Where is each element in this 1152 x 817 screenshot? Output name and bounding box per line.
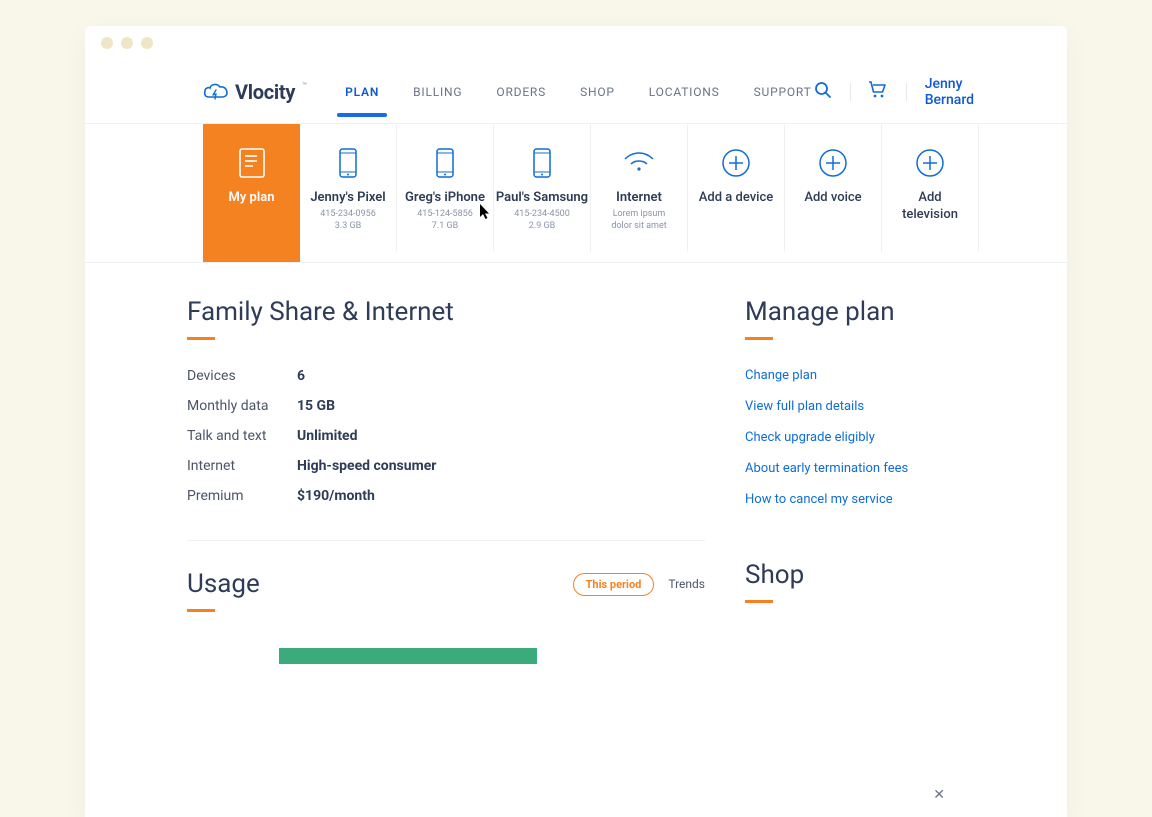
brand-logo[interactable]: Vlocity ™ bbox=[203, 80, 307, 104]
nav-items: PLAN BILLING ORDERS SHOP LOCATIONS SUPPO… bbox=[343, 77, 813, 107]
nav-orders[interactable]: ORDERS bbox=[494, 77, 548, 107]
tile-device-paul[interactable]: Paul's Samsung 415-234-4500 2.9 GB bbox=[494, 124, 591, 252]
tile-label: My plan bbox=[203, 190, 300, 205]
usage-tab-this-period[interactable]: This period bbox=[573, 573, 655, 596]
main-column: Family Share & Internet Devices 6 Monthl… bbox=[187, 297, 745, 664]
main-content: Family Share & Internet Devices 6 Monthl… bbox=[85, 263, 1067, 664]
tile-internet[interactable]: Internet Lorem ipsum dolor sit amet bbox=[591, 124, 688, 252]
link-cancel-service[interactable]: How to cancel my service bbox=[745, 492, 949, 507]
row-key: Devices bbox=[187, 368, 297, 384]
tile-data-used: 7.1 GB bbox=[397, 221, 493, 231]
tile-phone-number: 415-234-4500 bbox=[494, 209, 590, 219]
usage-header: Usage This period Trends bbox=[187, 569, 705, 599]
app-window: Vlocity ™ PLAN BILLING ORDERS SHOP LOCATI… bbox=[85, 26, 1067, 817]
row-value: $190/month bbox=[297, 488, 375, 504]
plan-row-data: Monthly data 15 GB bbox=[187, 398, 705, 414]
tile-phone-number: 415-234-0956 bbox=[300, 209, 396, 219]
link-upgrade-eligible[interactable]: Check upgrade eligibly bbox=[745, 430, 949, 445]
tile-label: Add television bbox=[882, 190, 978, 224]
tile-my-plan[interactable]: My plan bbox=[203, 124, 300, 262]
brand-name: Vlocity bbox=[235, 80, 295, 104]
tile-data-used: 3.3 GB bbox=[300, 221, 396, 231]
tile-add-television[interactable]: Add television bbox=[882, 124, 979, 252]
top-nav: Vlocity ™ PLAN BILLING ORDERS SHOP LOCATI… bbox=[85, 60, 1067, 124]
tile-label: Add voice bbox=[785, 190, 881, 207]
traffic-light-minimize[interactable] bbox=[121, 37, 133, 49]
section-rule bbox=[187, 609, 215, 612]
tile-device-greg[interactable]: Greg's iPhone 415-124-5856 7.1 GB bbox=[397, 124, 494, 252]
plus-circle-icon bbox=[688, 146, 784, 180]
nav-plan[interactable]: PLAN bbox=[343, 77, 381, 107]
nav-billing[interactable]: BILLING bbox=[411, 77, 464, 107]
nav-right: Jenny Bernard bbox=[814, 76, 975, 108]
usage-bar-row bbox=[187, 648, 705, 664]
link-termination-fees[interactable]: About early termination fees bbox=[745, 461, 949, 476]
section-rule bbox=[745, 600, 773, 603]
tile-label: Jenny's Pixel bbox=[300, 190, 396, 205]
manage-links: Change plan View full plan details Check… bbox=[745, 368, 949, 507]
usage-title: Usage bbox=[187, 569, 260, 599]
phone-icon bbox=[397, 146, 493, 180]
nav-shop[interactable]: SHOP bbox=[578, 77, 617, 107]
nav-support[interactable]: SUPPORT bbox=[752, 77, 814, 107]
plan-row-devices: Devices 6 bbox=[187, 368, 705, 384]
tile-sub-2: dolor sit amet bbox=[591, 221, 687, 231]
phone-icon bbox=[494, 146, 590, 180]
cart-icon[interactable] bbox=[868, 81, 888, 103]
cloud-icon bbox=[203, 82, 229, 102]
plus-circle-icon bbox=[882, 146, 978, 180]
tile-sub-1: Lorem ipsum bbox=[591, 209, 687, 219]
window-titlebar bbox=[85, 26, 1067, 60]
row-value: 15 GB bbox=[297, 398, 335, 414]
plan-title: Family Share & Internet bbox=[187, 297, 705, 327]
plus-circle-icon bbox=[785, 146, 881, 180]
tile-data-used: 2.9 GB bbox=[494, 221, 590, 231]
row-key: Monthly data bbox=[187, 398, 297, 414]
tile-label: Internet bbox=[591, 190, 687, 205]
tile-add-device[interactable]: Add a device bbox=[688, 124, 785, 252]
tile-label: Add a device bbox=[688, 190, 784, 207]
phone-icon bbox=[300, 146, 396, 180]
nav-locations[interactable]: LOCATIONS bbox=[647, 77, 722, 107]
plan-row-internet: Internet High-speed consumer bbox=[187, 458, 705, 474]
row-key: Premium bbox=[187, 488, 297, 504]
manage-title: Manage plan bbox=[745, 297, 949, 327]
plan-row-talk: Talk and text Unlimited bbox=[187, 428, 705, 444]
row-key: Internet bbox=[187, 458, 297, 474]
nav-divider bbox=[850, 83, 851, 101]
side-column: Manage plan Change plan View full plan d… bbox=[745, 297, 949, 664]
link-change-plan[interactable]: Change plan bbox=[745, 368, 949, 383]
row-value: Unlimited bbox=[297, 428, 358, 444]
section-rule bbox=[187, 337, 215, 340]
row-key: Talk and text bbox=[187, 428, 297, 444]
plan-row-premium: Premium $190/month bbox=[187, 488, 705, 504]
tile-label: Paul's Samsung bbox=[494, 190, 590, 205]
user-name[interactable]: Jenny Bernard bbox=[925, 76, 975, 108]
usage-bar-fill bbox=[279, 648, 537, 664]
plan-tiles: My plan Jenny's Pixel 415-234-0956 3.3 G… bbox=[85, 124, 1067, 263]
trademark: ™ bbox=[302, 81, 307, 90]
nav-divider-2 bbox=[906, 83, 907, 101]
tile-phone-number: 415-124-5856 bbox=[397, 209, 493, 219]
usage-tab-trends[interactable]: Trends bbox=[668, 577, 705, 591]
close-icon[interactable]: ✕ bbox=[933, 787, 945, 803]
search-icon[interactable] bbox=[814, 81, 832, 103]
document-icon bbox=[203, 146, 300, 180]
row-value: 6 bbox=[297, 368, 305, 384]
row-value: High-speed consumer bbox=[297, 458, 436, 474]
shop-title: Shop bbox=[745, 560, 949, 590]
link-full-details[interactable]: View full plan details bbox=[745, 399, 949, 414]
wifi-icon bbox=[591, 146, 687, 180]
tile-label: Greg's iPhone bbox=[397, 190, 493, 205]
traffic-light-zoom[interactable] bbox=[141, 37, 153, 49]
section-divider bbox=[187, 540, 705, 541]
tile-add-voice[interactable]: Add voice bbox=[785, 124, 882, 252]
tile-device-jenny[interactable]: Jenny's Pixel 415-234-0956 3.3 GB bbox=[300, 124, 397, 252]
traffic-light-close[interactable] bbox=[101, 37, 113, 49]
section-rule bbox=[745, 337, 773, 340]
